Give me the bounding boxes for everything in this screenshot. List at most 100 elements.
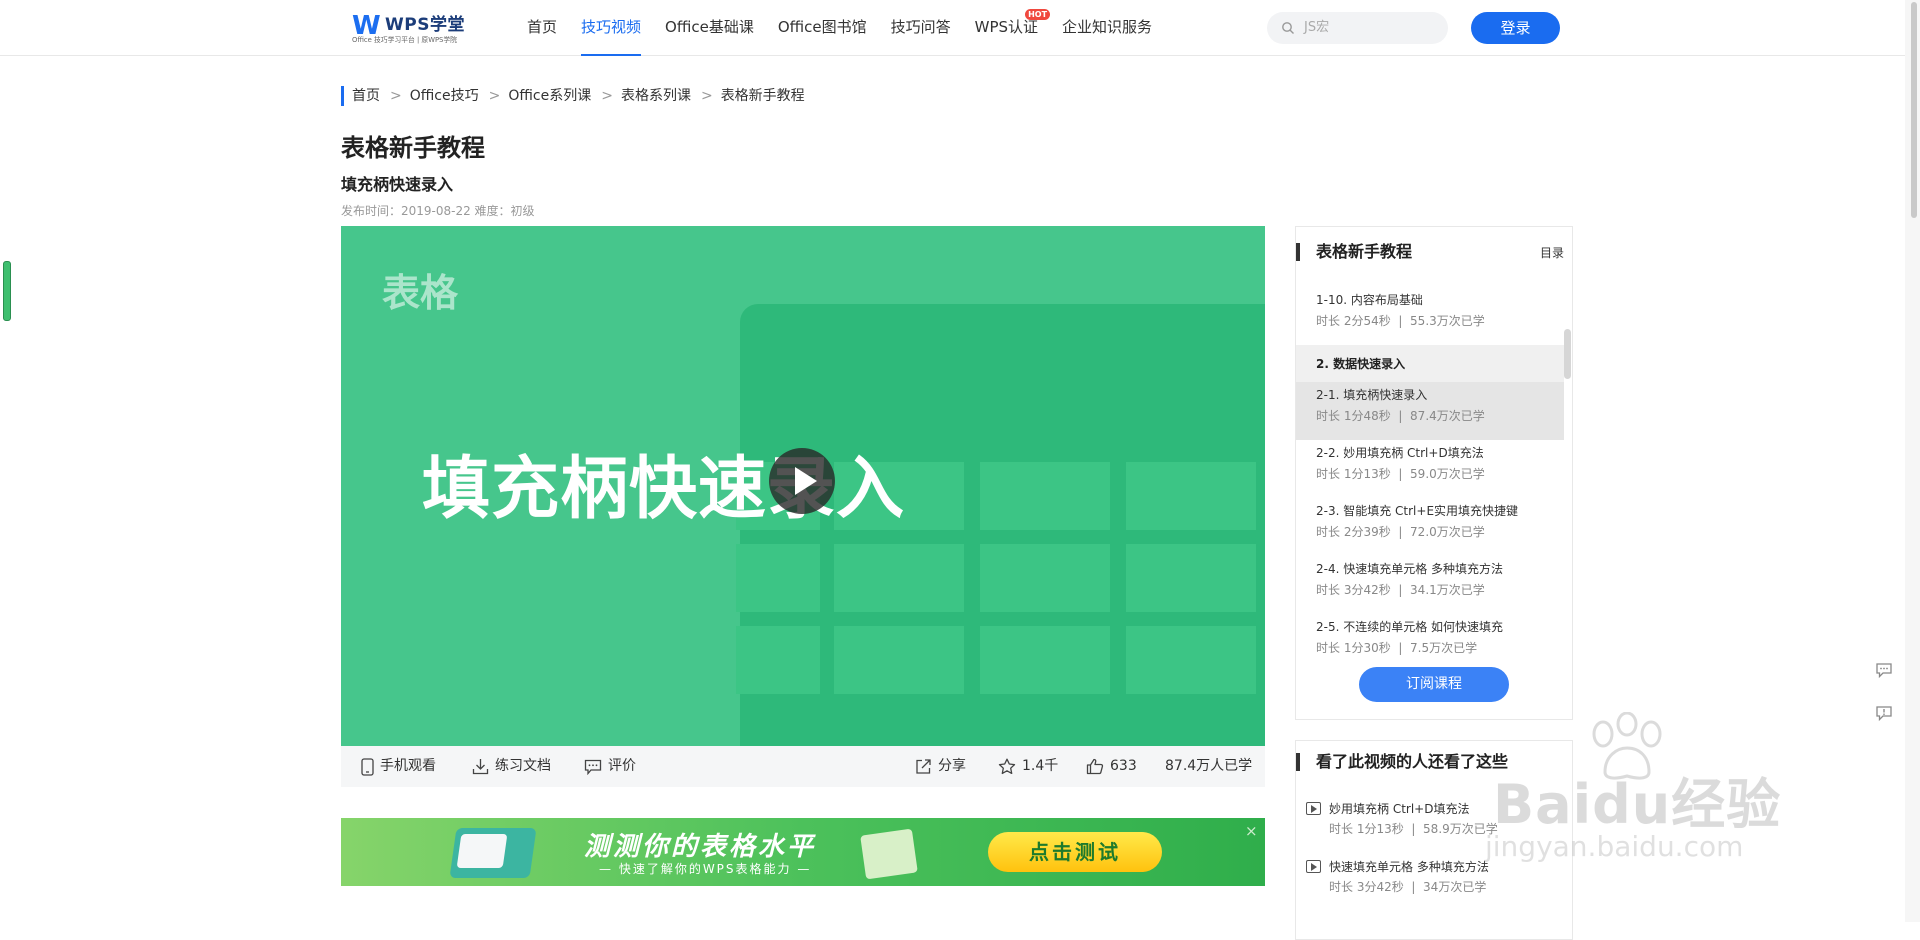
search-box[interactable]: JS宏 — [1267, 12, 1448, 44]
page-title: 表格新手教程 — [341, 134, 485, 162]
breadcrumb-separator: > — [390, 88, 402, 104]
nav-item-home[interactable]: 首页 — [527, 0, 557, 56]
video-decor-cell — [736, 544, 820, 612]
hot-badge: HOT — [1025, 9, 1051, 20]
recommend-item[interactable]: 快速填充单元格 多种填充方法 时长 3分42秒 | 34万次已学 — [1306, 855, 1566, 903]
recommend-item-title: 妙用填充柄 Ctrl+D填充法 — [1329, 802, 1470, 816]
page-scrollbar-thumb[interactable] — [1911, 2, 1917, 218]
like-button[interactable]: 633 — [1086, 746, 1137, 787]
banner-subtitle: — 快速了解你的WPS表格能力 — — [599, 862, 812, 876]
top-header: W WPS学堂 Office 技巧学习平台 | 原WPS学院 首页 技巧视频 O… — [0, 0, 1905, 56]
star-icon — [998, 758, 1016, 775]
nav-item-enterprise[interactable]: 企业知识服务 — [1062, 0, 1152, 56]
publish-meta: 发布时间：2019-08-22 难度：初级 — [341, 204, 535, 218]
search-placeholder: JS宏 — [1304, 20, 1330, 35]
main-nav: 首页 技巧视频 Office基础课 Office图书馆 技巧问答 WPS认证 H… — [527, 0, 1176, 56]
video-play-icon — [1306, 860, 1321, 873]
lesson-item[interactable]: 2-3. 智能填充 Ctrl+E实用填充快捷键 时长 2分39秒 | 72.0万… — [1296, 498, 1564, 556]
lesson-title: 2-2. 妙用填充柄 Ctrl+D填充法 — [1316, 446, 1484, 460]
recommend-item-title: 快速填充单元格 多种填充方法 — [1329, 860, 1489, 874]
feedback-chat-icon[interactable] — [1874, 660, 1894, 680]
lesson-item[interactable]: 2-5. 不连续的单元格 如何快速填充 时长 1分30秒 | 7.5万次已学 — [1296, 614, 1564, 672]
lesson-meta: 时长 1分13秒 | 59.0万次已学 — [1316, 467, 1485, 481]
course-panel: 表格新手教程 目录 1-10. 内容布局基础 时长 2分54秒 | 55.3万次… — [1295, 226, 1573, 720]
video-subtitle: 填充柄快速录入 — [341, 175, 454, 194]
breadcrumb-separator: > — [601, 88, 613, 104]
mobile-watch-button[interactable]: 手机观看 — [361, 746, 436, 787]
lesson-meta: 时长 1分30秒 | 7.5万次已学 — [1316, 641, 1478, 655]
lesson-meta: 时长 3分42秒 | 34.1万次已学 — [1316, 583, 1485, 597]
video-decor-cell — [980, 462, 1110, 530]
lesson-meta: 时长 2分54秒 | 55.3万次已学 — [1316, 314, 1485, 328]
breadcrumb-item[interactable]: Office技巧 — [410, 86, 479, 106]
breadcrumb-item[interactable]: 表格系列课 — [621, 86, 691, 106]
recommend-item-meta: 时长 1分13秒 | 58.9万次已学 — [1329, 822, 1498, 836]
subscribe-course-button[interactable]: 订阅课程 — [1359, 667, 1509, 702]
nav-item-office-basics[interactable]: Office基础课 — [665, 0, 754, 56]
review-label: 评价 — [608, 758, 636, 774]
practice-doc-button[interactable]: 练习文档 — [472, 746, 551, 787]
nav-item-certification-label: WPS认证 — [974, 18, 1039, 36]
banner-title: 测测你的表格水平 — [584, 832, 817, 862]
report-icon[interactable] — [1874, 703, 1894, 723]
like-count: 633 — [1110, 758, 1137, 774]
favorite-count: 1.4千 — [1022, 758, 1059, 774]
skill-test-banner[interactable]: 测测你的表格水平 — 快速了解你的WPS表格能力 — 点击测试 × — [341, 818, 1265, 886]
video-decor-cell — [980, 544, 1110, 612]
lesson-title: 2-4. 快速填充单元格 多种填充方法 — [1316, 562, 1504, 576]
video-category-label: 表格 — [382, 271, 459, 315]
comment-icon — [584, 759, 602, 775]
video-decor-cell — [1126, 626, 1256, 694]
download-icon — [472, 759, 489, 775]
section-marker — [1296, 753, 1300, 771]
wps-logo[interactable]: W WPS学堂 Office 技巧学习平台 | 原WPS学院 — [352, 13, 470, 45]
spreadsheet-illustration-icon — [456, 834, 508, 868]
breadcrumb-item[interactable]: Office系列课 — [508, 86, 591, 106]
review-button[interactable]: 评价 — [584, 746, 636, 787]
recommend-panel: 看了此视频的人还看了这些 妙用填充柄 Ctrl+D填充法 时长 1分13秒 | … — [1295, 740, 1573, 940]
chapter-title: 2. 数据快速录入 — [1316, 357, 1406, 371]
video-decor-cell — [1126, 544, 1256, 612]
play-button[interactable] — [769, 448, 835, 514]
section-marker — [1296, 243, 1300, 261]
nav-item-certification[interactable]: WPS认证 HOT — [974, 0, 1051, 56]
thumbs-up-icon — [1086, 758, 1104, 775]
nav-item-tips-video[interactable]: 技巧视频 — [581, 0, 642, 56]
learner-count: 87.4万人已学 — [1165, 758, 1253, 774]
video-decor-cell — [980, 626, 1110, 694]
nav-item-office-library[interactable]: Office图书馆 — [778, 0, 867, 56]
breadcrumb-item[interactable]: 首页 — [352, 86, 380, 106]
lesson-meta: 时长 2分39秒 | 72.0万次已学 — [1316, 525, 1485, 539]
favorite-button[interactable]: 1.4千 — [998, 746, 1058, 787]
lesson-list: 1-10. 内容布局基础 时长 2分54秒 | 55.3万次已学 2. 数据快速… — [1296, 287, 1564, 672]
lesson-title: 2-3. 智能填充 Ctrl+E实用填充快捷键 — [1316, 504, 1519, 518]
video-player[interactable]: 表格 填充柄快速录入 — [341, 226, 1265, 746]
lesson-item[interactable]: 1-10. 内容布局基础 时长 2分54秒 | 55.3万次已学 — [1296, 287, 1564, 345]
lesson-title: 2-1. 填充柄快速录入 — [1316, 388, 1428, 402]
breadcrumb-item[interactable]: 表格新手教程 — [721, 86, 805, 106]
share-label: 分享 — [938, 758, 966, 774]
share-icon — [916, 759, 931, 774]
logo-brand: WPS学堂 — [385, 15, 465, 35]
search-icon — [1282, 22, 1294, 34]
lesson-item[interactable]: 2-2. 妙用填充柄 Ctrl+D填充法 时长 1分13秒 | 59.0万次已学 — [1296, 440, 1564, 498]
recommend-item-meta: 时长 3分42秒 | 34万次已学 — [1329, 880, 1487, 894]
login-button[interactable]: 登录 — [1471, 12, 1560, 44]
lesson-item-current[interactable]: 2-1. 填充柄快速录入 时长 1分48秒 | 87.4万次已学 — [1296, 382, 1564, 440]
mobile-watch-label: 手机观看 — [380, 758, 436, 774]
lesson-item[interactable]: 2-4. 快速填充单元格 多种填充方法 时长 3分42秒 | 34.1万次已学 — [1296, 556, 1564, 614]
nav-item-qa[interactable]: 技巧问答 — [891, 0, 951, 56]
video-action-bar: 手机观看 练习文档 评价 分享 1.4千 633 87.4万人已学 — [341, 746, 1265, 787]
video-decor-cell — [834, 544, 964, 612]
pen-paper-illustration-icon — [860, 828, 918, 880]
banner-close-icon[interactable]: × — [1245, 822, 1258, 840]
chapter-header[interactable]: 2. 数据快速录入 — [1296, 345, 1564, 382]
start-test-button[interactable]: 点击测试 — [988, 832, 1162, 872]
lesson-list-scrollbar[interactable] — [1564, 329, 1571, 379]
share-button[interactable]: 分享 — [915, 746, 966, 787]
toc-link[interactable]: 目录 — [1540, 243, 1564, 263]
breadcrumb-separator: > — [488, 88, 501, 104]
side-drawer-handle[interactable] — [3, 261, 11, 321]
recommend-item[interactable]: 妙用填充柄 Ctrl+D填充法 时长 1分13秒 | 58.9万次已学 — [1306, 797, 1566, 845]
lesson-title: 2-5. 不连续的单元格 如何快速填充 — [1316, 620, 1504, 634]
